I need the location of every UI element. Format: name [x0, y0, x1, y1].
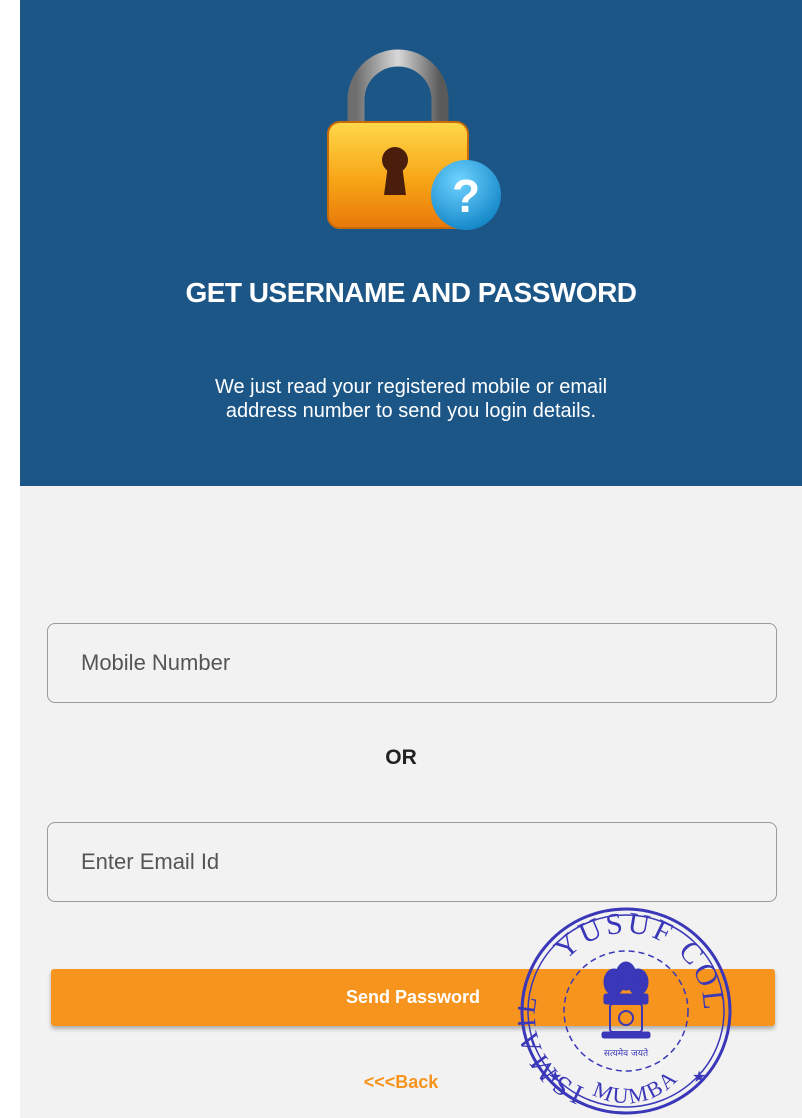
email-input[interactable] [47, 822, 777, 902]
mobile-number-input[interactable] [47, 623, 777, 703]
header-banner: ? GET USERNAME AND PASSWORD We just read… [20, 0, 802, 486]
description-line-2: address number to send you login details… [225, 400, 597, 422]
back-link[interactable]: <<<Back [0, 1072, 802, 1093]
or-separator: OR [385, 746, 417, 769]
lock-question-icon: ? [327, 49, 501, 230]
page-description: We just read your registered mobile or e… [110, 375, 712, 423]
page-title: GET USERNAME AND PASSWORD [185, 277, 637, 308]
send-password-button[interactable]: Send Password [51, 969, 775, 1026]
page: ? GET USERNAME AND PASSWORD We just read… [0, 0, 802, 1118]
description-line-1: We just read your registered mobile or e… [214, 376, 608, 398]
svg-text:?: ? [452, 170, 480, 222]
app-screen: ? GET USERNAME AND PASSWORD We just read… [20, 0, 802, 1118]
